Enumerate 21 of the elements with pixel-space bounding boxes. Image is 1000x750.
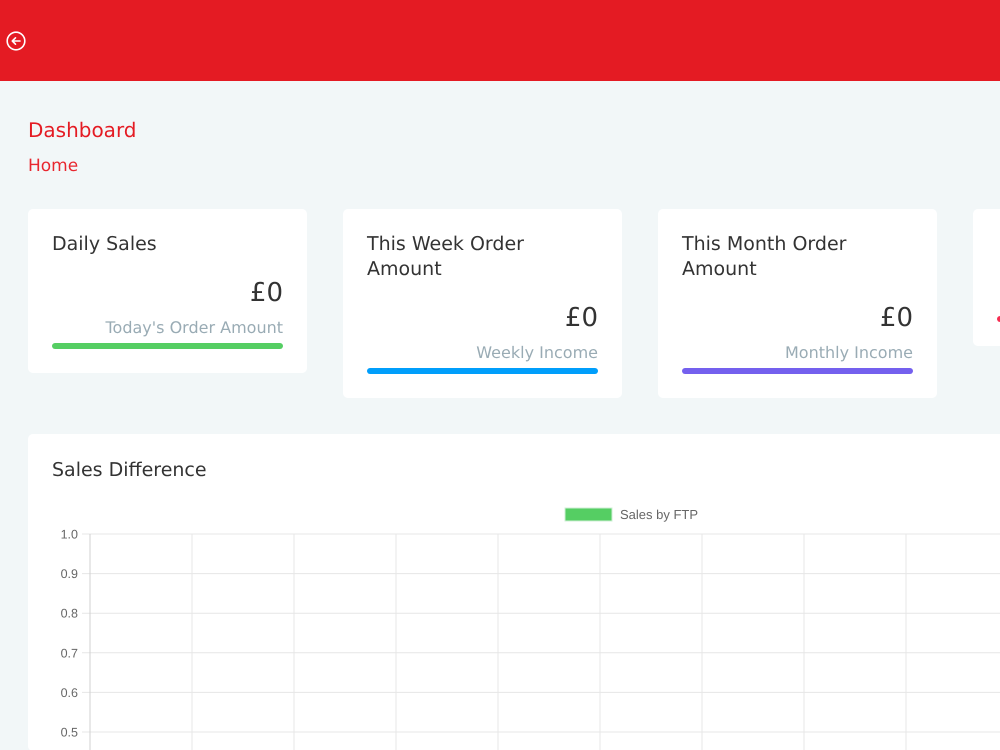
card-value: £0 bbox=[880, 302, 913, 334]
page-title: Dashboard bbox=[28, 117, 137, 143]
breadcrumb-link[interactable]: Home bbox=[28, 155, 78, 177]
y-axis-label: 0.9 bbox=[60, 567, 78, 582]
y-axis-label: 0.6 bbox=[60, 686, 78, 700]
y-axis-label: 0.7 bbox=[60, 646, 78, 660]
y-axis-label: 0.5 bbox=[60, 726, 78, 740]
card-caption: Today's Order Amount bbox=[105, 317, 283, 339]
y-axis-label: 1.0 bbox=[60, 528, 78, 542]
card-title: This Week Order Amount bbox=[367, 232, 525, 282]
legend-label: Sales by FTP bbox=[620, 507, 698, 522]
legend-swatch-icon[interactable] bbox=[564, 508, 612, 522]
card-title: Daily Sales bbox=[52, 232, 158, 257]
card-value: £0 bbox=[564, 302, 598, 334]
chart-title: Sales Difference bbox=[52, 458, 208, 483]
card-value: £0 bbox=[250, 277, 283, 309]
back-icon[interactable] bbox=[6, 30, 26, 50]
card-title: This Month Order Amount bbox=[682, 232, 848, 282]
y-axis-label: 0.8 bbox=[60, 606, 78, 621]
card-caption: Weekly Income bbox=[476, 342, 598, 364]
card-caption: Monthly Income bbox=[784, 342, 913, 364]
